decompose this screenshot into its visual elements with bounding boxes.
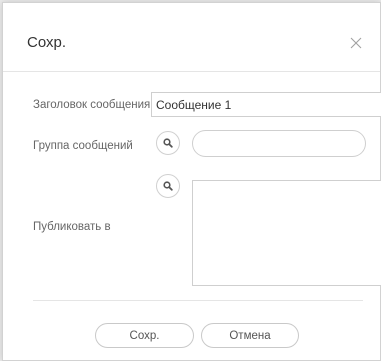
group-search-button[interactable]: [156, 131, 180, 155]
publish-search-button[interactable]: [156, 174, 180, 198]
subject-label: Заголовок сообщения: [33, 99, 151, 111]
group-label: Группа сообщений: [33, 140, 133, 152]
footer-divider: [33, 300, 363, 301]
save-button[interactable]: Сохр.: [95, 323, 194, 348]
dialog-title: Сохр.: [27, 34, 67, 51]
publish-label: Публиковать в: [33, 221, 111, 233]
subject-input[interactable]: [151, 92, 381, 117]
cancel-button[interactable]: Отмена: [201, 323, 299, 348]
save-dialog: Сохр. Заголовок сообщения Группа сообщен…: [2, 2, 381, 361]
group-input[interactable]: [192, 130, 366, 157]
search-icon: [163, 181, 173, 191]
close-icon[interactable]: [349, 36, 363, 50]
header-divider: [3, 71, 380, 72]
publish-targets-list[interactable]: [192, 180, 381, 286]
search-icon: [163, 138, 173, 148]
